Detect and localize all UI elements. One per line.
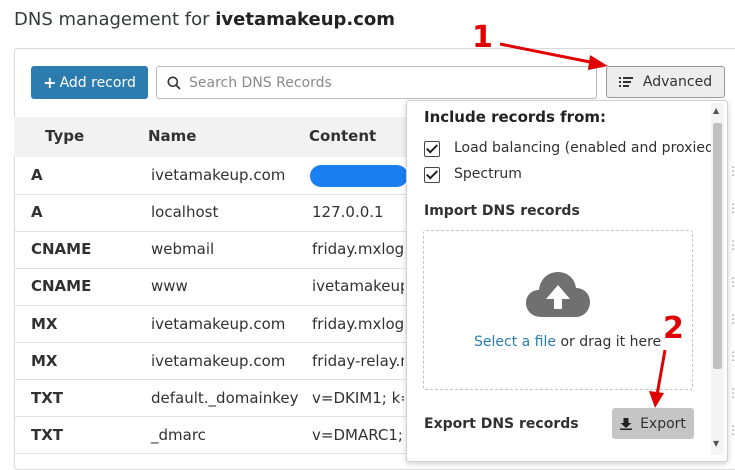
annotation-arrow-2 [655,349,667,396]
annotation-arrowhead-2 [649,391,664,408]
annotation-step-2: 2 [663,311,684,346]
annotation-arrows [499,42,667,408]
annotation-step-1: 1 [472,20,493,55]
annotation-arrowhead-1 [588,55,608,70]
annotation-arrow-1 [499,42,596,65]
